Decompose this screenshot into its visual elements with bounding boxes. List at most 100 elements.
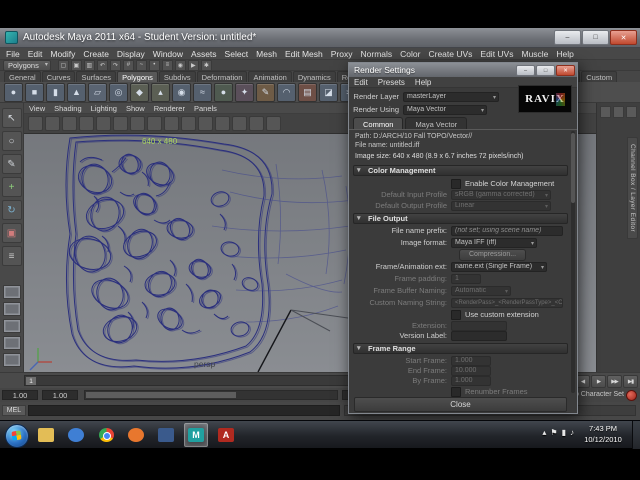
use-custom-extension-checkbox[interactable] xyxy=(451,309,461,320)
playback-start-field[interactable]: 1.00 xyxy=(42,390,78,400)
maya-titlebar[interactable]: Autodesk Maya 2011 x64 - Student Version… xyxy=(0,28,640,48)
file-name-prefix-label: File name prefix: xyxy=(391,226,447,235)
start-frame-field[interactable]: 1.000 xyxy=(451,355,491,366)
dialog-close-button[interactable]: ✕ xyxy=(556,65,575,76)
ground-lines xyxy=(257,309,349,372)
attribute-editor-toggle-icon[interactable] xyxy=(600,106,611,118)
auto-keyframe-button[interactable] xyxy=(626,390,637,401)
render-settings-dialog[interactable]: Render Settings – □ ✕ Edit Presets Help Re… xyxy=(348,62,578,414)
taskbar-clock[interactable]: 7:43 PM 10/12/2010 xyxy=(576,424,630,446)
show-desktop-button[interactable] xyxy=(632,421,640,449)
ravix-logo: RAVIX xyxy=(518,85,572,113)
dialog-menu-item[interactable]: Help xyxy=(415,78,431,87)
shelf-tab[interactable]: Curves xyxy=(41,71,76,82)
frame-buffer-naming-dropdown[interactable]: Automatic xyxy=(451,285,511,296)
custom-naming-string-field[interactable]: <RenderPass>_<RenderPassType>_<Camera> xyxy=(451,297,563,308)
close-dialog-button[interactable]: Close xyxy=(354,397,567,412)
frame-animation-ext-label: Frame/Animation ext: xyxy=(375,262,447,271)
tool-settings-toggle-icon[interactable] xyxy=(613,106,624,118)
panel-menu-item[interactable]: Lighting xyxy=(91,104,117,113)
menu-item[interactable]: Display xyxy=(117,49,145,59)
menu-item[interactable]: Edit Mesh xyxy=(285,49,323,59)
frame-padding-value: 1 xyxy=(455,275,459,282)
dialog-menu-item[interactable]: Presets xyxy=(378,78,405,87)
menu-item[interactable]: Normals xyxy=(361,49,393,59)
menu-set-dropdown[interactable]: Polygons xyxy=(3,59,51,71)
shelf-tab[interactable]: Deformation xyxy=(196,71,248,82)
dialog-scrollbar[interactable] xyxy=(571,131,575,393)
frame-buffer-naming-value: Automatic xyxy=(455,287,487,294)
command-line-language-toggle[interactable]: MEL xyxy=(2,405,26,416)
current-frame-marker[interactable]: 1 xyxy=(26,377,36,385)
frame-animation-ext-dropdown[interactable]: name.ext (Single Frame) xyxy=(451,261,547,272)
frame-padding-label: Frame padding: xyxy=(394,274,447,283)
shelf-tab[interactable]: Dynamics xyxy=(292,71,336,82)
menu-item[interactable]: Create UVs xyxy=(428,49,472,59)
menu-item[interactable]: Select xyxy=(225,49,249,59)
panel-menu-item[interactable]: Panels xyxy=(194,104,217,113)
shelf-tab[interactable]: Animation xyxy=(248,71,292,82)
menu-item[interactable]: Window xyxy=(153,49,183,59)
menu-item[interactable]: Mesh xyxy=(256,49,277,59)
windows-flag-icon xyxy=(11,430,22,441)
image-format-dropdown[interactable]: Maya IFF (iff) xyxy=(451,237,537,248)
end-frame-field[interactable]: 10.000 xyxy=(451,365,491,376)
enable-color-management-checkbox[interactable] xyxy=(451,178,461,189)
ravix-logo-color-accent xyxy=(556,93,565,106)
character-set-dropdown[interactable]: No Character Set xyxy=(570,391,624,398)
menu-item[interactable]: Edit UVs xyxy=(480,49,513,59)
section-frame-range[interactable]: Frame Range xyxy=(353,343,568,354)
frame-padding-field[interactable]: 1 xyxy=(451,273,481,284)
panel-menu-item[interactable]: View xyxy=(29,104,45,113)
menu-item[interactable]: File xyxy=(6,49,20,59)
compression-button[interactable]: Compression... xyxy=(459,248,527,261)
channel-box-tab[interactable]: Channel Box / Layer Editor xyxy=(627,137,638,240)
menu-item[interactable]: Help xyxy=(556,49,573,59)
restore-button[interactable]: □ xyxy=(582,30,609,45)
image-size-text: Image size: 640 x 480 (8.9 x 6.7 inches … xyxy=(355,153,524,160)
channel-box-toggle-icon[interactable] xyxy=(626,106,637,118)
animation-start-field[interactable]: 1.00 xyxy=(2,390,38,400)
window-title: Autodesk Maya 2011 x64 - Student Version… xyxy=(23,32,257,43)
version-label-field[interactable] xyxy=(451,330,507,341)
menu-item[interactable]: Create xyxy=(83,49,109,59)
clock-date: 10/12/2010 xyxy=(584,434,622,444)
render-using-label: Render Using xyxy=(353,105,399,114)
range-slider-bar[interactable] xyxy=(86,392,236,398)
use-custom-extension-label: Use custom extension xyxy=(465,310,539,319)
by-frame-field[interactable]: 1.000 xyxy=(451,375,491,386)
dialog-restore-button[interactable]: □ xyxy=(536,65,555,76)
shelf-tab[interactable]: Surfaces xyxy=(76,71,117,82)
shelf-tab[interactable]: Subdivs xyxy=(158,71,196,82)
start-button[interactable] xyxy=(5,424,29,448)
shelf-tab[interactable]: Custom xyxy=(581,71,618,82)
render-layer-dropdown[interactable]: masterLayer xyxy=(403,91,499,102)
panel-menu-item[interactable]: Renderer xyxy=(154,104,185,113)
panel-menu-item[interactable]: Show xyxy=(126,104,145,113)
shelf-tab[interactable]: General xyxy=(4,71,41,82)
resolution-label: 640 x 480 xyxy=(142,137,178,146)
menu-item[interactable]: Edit xyxy=(28,49,43,59)
default-input-profile-dropdown[interactable]: sRGB (gamma corrected) xyxy=(451,189,551,200)
default-output-profile-dropdown[interactable]: Linear xyxy=(451,200,551,211)
menu-item[interactable]: Color xyxy=(400,49,420,59)
renumber-frames-checkbox[interactable] xyxy=(451,386,461,397)
dialog-minimize-button[interactable]: – xyxy=(516,65,535,76)
section-color-management[interactable]: Color Management xyxy=(353,165,568,176)
dialog-menu-item[interactable]: Edit xyxy=(354,78,368,87)
minimize-button[interactable]: – xyxy=(554,30,581,45)
menu-item[interactable]: Proxy xyxy=(331,49,353,59)
range-slider-track[interactable] xyxy=(84,390,338,400)
shelf-tab[interactable]: Polygons xyxy=(117,71,158,82)
menu-item[interactable]: Muscle xyxy=(521,49,548,59)
render-using-dropdown[interactable]: Maya Vector xyxy=(403,104,487,115)
menu-item[interactable]: Modify xyxy=(50,49,75,59)
menu-bar: File Edit Modify Create Display Window Assets S… xyxy=(0,48,640,60)
close-button[interactable]: ✕ xyxy=(610,30,637,45)
menu-item[interactable]: Assets xyxy=(191,49,217,59)
extension-field[interactable] xyxy=(451,320,507,331)
section-file-output[interactable]: File Output xyxy=(353,213,568,224)
panel-menu-item[interactable]: Shading xyxy=(54,104,82,113)
command-line-input[interactable] xyxy=(28,405,340,416)
file-name-prefix-field[interactable]: (not set; using scene name) xyxy=(451,225,563,236)
